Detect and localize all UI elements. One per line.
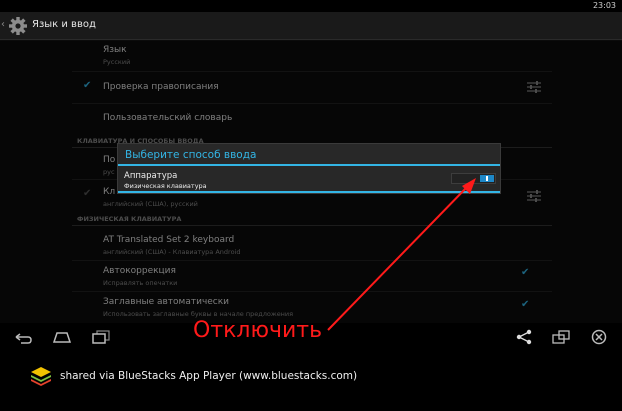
- home-icon[interactable]: [52, 329, 72, 345]
- pref-spellcheck[interactable]: Проверка правописания: [103, 82, 523, 92]
- pref-physical-keyboard-title: AT Translated Set 2 keyboard: [103, 235, 235, 245]
- close-icon[interactable]: [589, 329, 609, 345]
- dialog-option-title: Аппаратура: [124, 171, 178, 181]
- up-caret-icon[interactable]: ‹: [1, 19, 5, 30]
- dialog-option-summary: Физическая клавиатура: [124, 182, 207, 190]
- pref-auto-caps-summary: Использовать заглавные буквы в начале пр…: [103, 310, 294, 318]
- auto-caps-checkmark-icon[interactable]: ✔: [521, 299, 529, 310]
- dialog-title: Выберите способ ввода: [125, 149, 257, 161]
- gear-icon[interactable]: [8, 16, 28, 36]
- pref-physical-keyboard-summary: английский (США) - Клавиатура Android: [103, 248, 241, 256]
- pref-user-dictionary-title: Пользовательский словарь: [103, 113, 233, 123]
- share-icon[interactable]: [514, 329, 534, 345]
- pref-keyboard-android-summary: английский (США), русский: [103, 200, 198, 208]
- input-method-dialog: Выберите способ ввода Аппаратура Физичес…: [117, 143, 501, 194]
- divider: [72, 260, 552, 261]
- status-clock: 23:03: [592, 1, 616, 10]
- pref-user-dictionary[interactable]: Пользовательский словарь: [103, 113, 523, 123]
- back-icon[interactable]: [13, 329, 33, 345]
- settings-sliders-icon[interactable]: [527, 81, 541, 93]
- keyboard-checkbox-icon[interactable]: ✔: [83, 188, 91, 199]
- pref-language[interactable]: Язык Русский: [103, 45, 523, 66]
- pref-auto-caps-title: Заглавные автоматически: [103, 297, 230, 307]
- annotation-label: Отключить: [193, 318, 323, 343]
- dialog-title-divider: [118, 164, 500, 166]
- bluestacks-logo-icon: [31, 367, 51, 386]
- android-screen: 23:03 ‹ Язык и ввод Язык Русский ✔ Прове…: [0, 0, 622, 350]
- toggle-knob: [480, 175, 494, 182]
- section-header-physical-keyboard: ФИЗИЧЕСКАЯ КЛАВИАТУРА: [77, 215, 182, 223]
- divider: [72, 103, 552, 104]
- bluestacks-footer: shared via BlueStacks App Player (www.bl…: [0, 350, 622, 411]
- divider: [72, 71, 552, 72]
- pref-language-title: Язык: [103, 45, 127, 55]
- recent-apps-icon[interactable]: [91, 329, 111, 345]
- hardware-keyboard-toggle[interactable]: [451, 173, 496, 184]
- divider: [72, 291, 552, 292]
- dialog-bottom-divider: [118, 191, 500, 193]
- pref-language-summary: Русский: [103, 58, 131, 66]
- section-divider: [72, 225, 552, 226]
- action-bar-title: Язык и ввод: [32, 19, 96, 30]
- pref-physical-keyboard[interactable]: AT Translated Set 2 keyboard английский …: [103, 235, 523, 256]
- status-bar: 23:03: [0, 0, 622, 12]
- pref-auto-caps[interactable]: Заглавные автоматически Использовать заг…: [103, 297, 523, 318]
- keyboard-settings-sliders-icon[interactable]: [527, 190, 541, 202]
- footer-text: shared via BlueStacks App Player (www.bl…: [60, 370, 358, 382]
- autocorrect-checkmark-icon[interactable]: ✔: [521, 267, 529, 278]
- action-bar: ‹ Язык и ввод: [0, 12, 622, 40]
- pref-autocorrect-summary: Исправлять опечатки: [103, 279, 178, 287]
- rotate-icon[interactable]: [551, 329, 571, 345]
- pref-spellcheck-title: Проверка правописания: [103, 82, 219, 92]
- pref-autocorrect-title: Автокоррекция: [103, 266, 176, 276]
- spellcheck-checkmark-icon[interactable]: ✔: [83, 80, 91, 91]
- pref-autocorrect[interactable]: Автокоррекция Исправлять опечатки: [103, 266, 523, 287]
